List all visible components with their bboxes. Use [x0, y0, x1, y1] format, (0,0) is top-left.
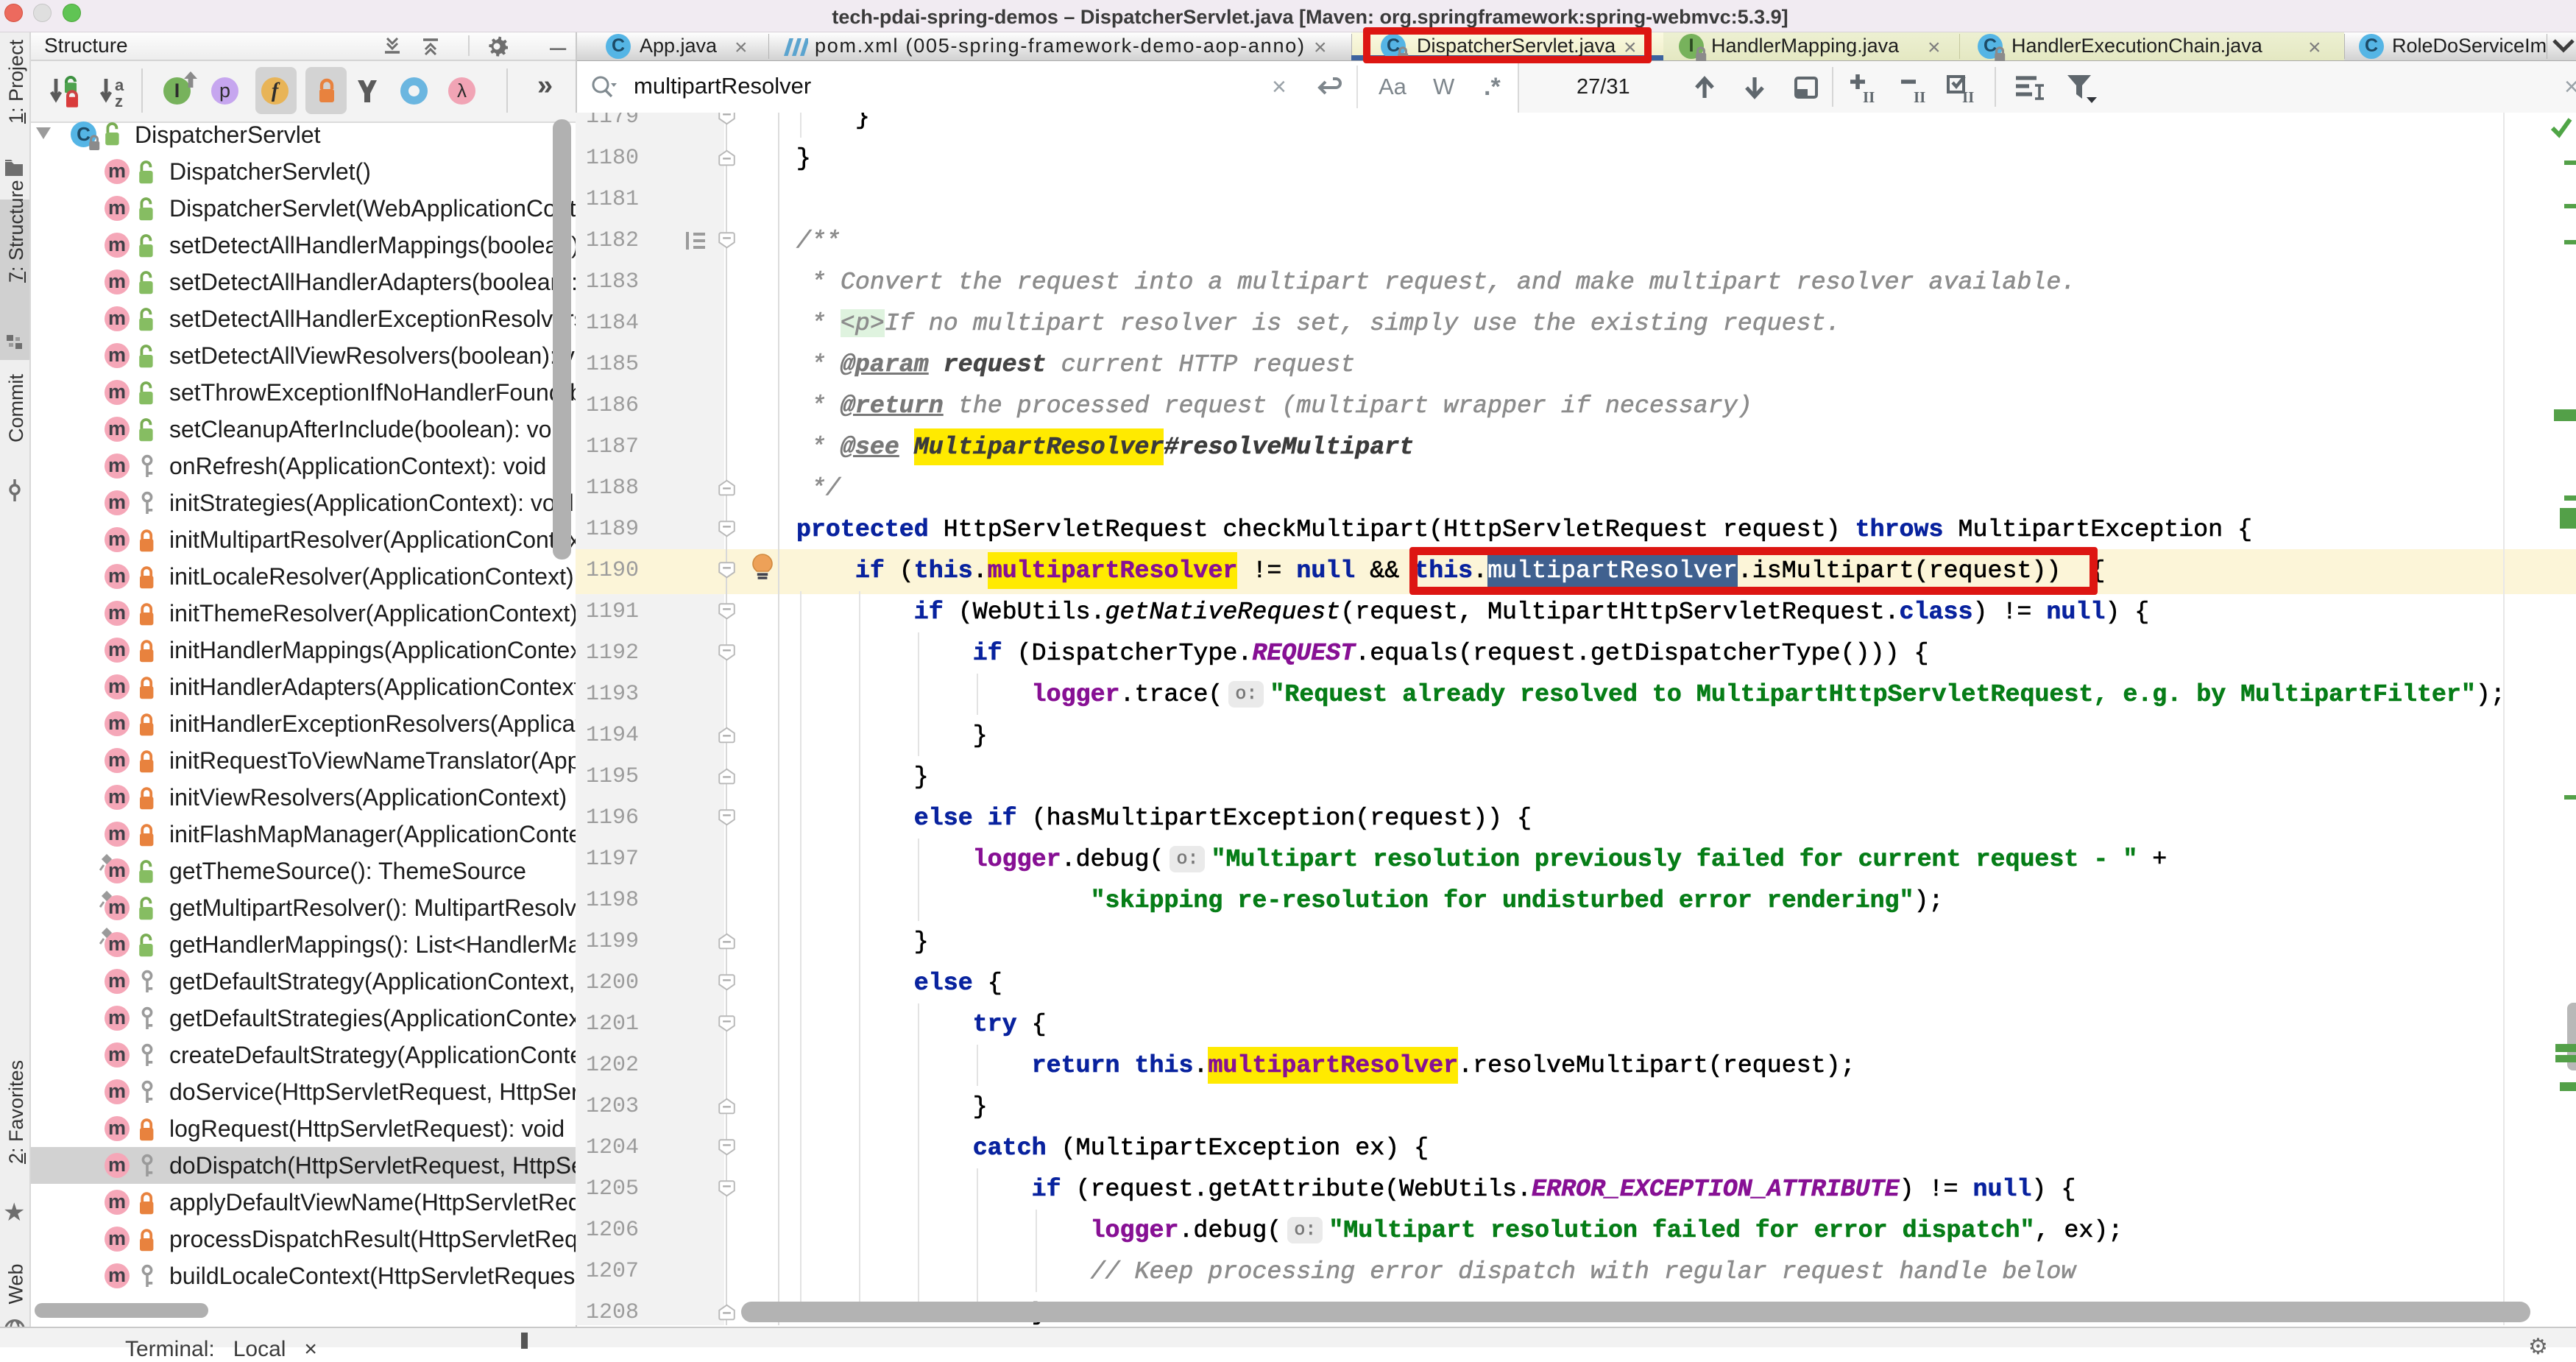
svg-text:z: z	[115, 92, 123, 108]
svg-text:II: II	[1863, 88, 1875, 104]
svg-text:II: II	[1914, 88, 1925, 104]
svg-text:II: II	[1962, 88, 1974, 104]
